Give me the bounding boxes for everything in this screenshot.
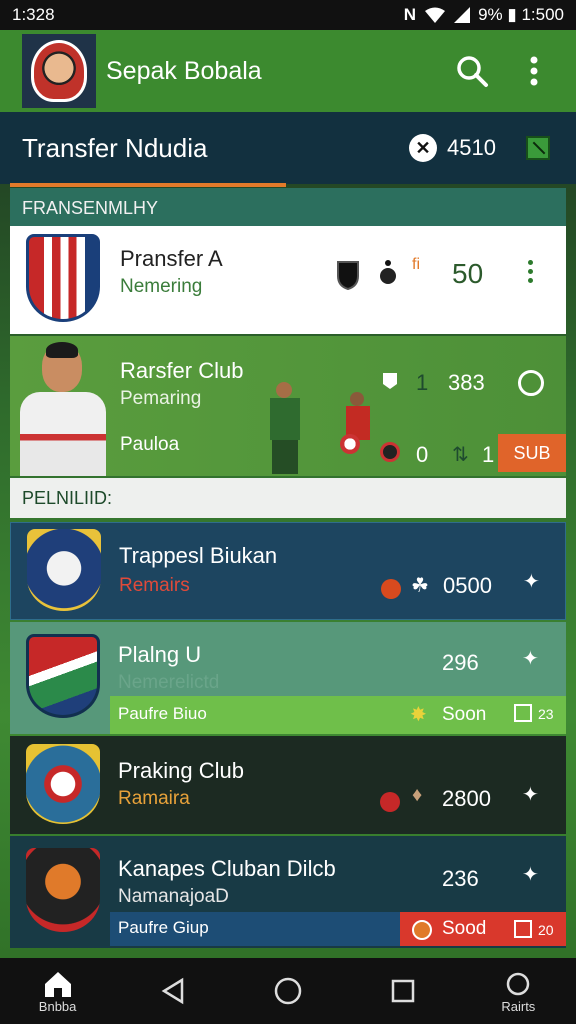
avatar: [31, 40, 87, 102]
calendar-icon: [514, 704, 532, 722]
club-crest: [27, 529, 101, 611]
tab-indicator: [10, 183, 286, 187]
list-item-subtitle: Remairs: [119, 575, 190, 596]
list-item[interactable]: Plalng U Nemerelictd 296 ✦ Paufre Biuo ✸…: [10, 622, 566, 734]
list-item-value: 2800: [442, 786, 491, 811]
page-title: Transfer Ndudia: [22, 132, 208, 163]
card-subtitle: Pemaring: [120, 388, 202, 409]
ball-icon: [380, 792, 400, 812]
club-crest: [26, 634, 100, 718]
list-item[interactable]: Kanapes Cluban Dilcb NamanajoaD 236 ✦ Pa…: [10, 836, 566, 948]
status-icons: N 9% ▮ 1:500: [404, 5, 564, 25]
card-mini-label: fi: [412, 256, 420, 273]
back-icon: [161, 977, 184, 1005]
card-value-small: 1: [416, 370, 429, 395]
home-icon: [44, 971, 71, 997]
nav-points-label: Rairts: [501, 998, 536, 1014]
club-crest: [26, 744, 100, 824]
club-crest: [26, 234, 100, 322]
match-illustration: [256, 378, 370, 474]
nav-recents[interactable]: [363, 976, 443, 1006]
flag-icon: [383, 373, 397, 389]
transfer-count[interactable]: ✕ 4510: [409, 134, 496, 162]
search-button[interactable]: [452, 51, 492, 91]
list-item-value: 0500: [443, 573, 492, 598]
ball-icon: [412, 920, 432, 940]
signal-icon: [454, 7, 471, 23]
app-logo[interactable]: [22, 34, 96, 108]
nav-home-label: Bnbba: [38, 998, 77, 1014]
star-icon: ✸: [410, 704, 427, 726]
section-label-transfers: FRANSENMLHY: [10, 188, 566, 228]
list-item-value: 296: [442, 650, 479, 675]
card-score-right: 1: [482, 442, 495, 467]
card-player-label: Pauloa: [120, 434, 180, 455]
card-menu-icon[interactable]: [528, 260, 533, 283]
nav-points[interactable]: Rairts: [478, 969, 558, 1014]
app-title: Sepak Bobala: [106, 56, 262, 85]
transfer-action-icon[interactable]: ✦: [522, 862, 539, 887]
player-mini-icon: [380, 260, 396, 284]
footer-status: Sood: [442, 918, 487, 939]
status-time: 1:328: [12, 5, 55, 24]
page-header: Transfer Ndudia ✕ 4510: [0, 112, 576, 184]
footer-count: 23: [538, 706, 554, 722]
ball-icon: [381, 579, 401, 599]
player-image: [12, 342, 116, 476]
swap-icon: ⇅: [452, 444, 469, 466]
square-icon: [391, 979, 415, 1003]
card-value: 383: [448, 370, 485, 395]
status-right-text: 9% ▮ 1:500: [478, 5, 564, 24]
gloves-icon: ☘: [411, 575, 429, 597]
footer-status: Soon: [442, 704, 487, 725]
transfer-card[interactable]: Pransfer A Nemering fi 50: [10, 226, 566, 334]
card-title: Rarsfer Club: [120, 358, 244, 383]
circle-icon: [274, 977, 302, 1005]
more-vert-icon: [530, 56, 538, 86]
transfer-card-featured[interactable]: Rarsfer Club Pemaring Pauloa 1 383 0 ⇅ 1…: [10, 336, 566, 476]
transfer-count-value: 4510: [447, 135, 496, 160]
list-item-title: Trappesl Biukan: [119, 543, 278, 568]
list-item-subtitle: NamanajoaD: [118, 886, 229, 907]
transfer-action-icon[interactable]: ✦: [522, 646, 539, 671]
sub-button[interactable]: SUB: [498, 434, 566, 472]
search-icon: [457, 56, 488, 87]
points-circle-icon: [507, 972, 530, 995]
footer-label: Paufre Giup: [118, 918, 209, 937]
bottle-icon: ♦: [412, 784, 423, 806]
card-score-left: 0: [416, 442, 429, 467]
list-item-title: Praking Club: [118, 758, 244, 783]
nav-home[interactable]: Bnbba: [18, 969, 98, 1014]
list-item-subtitle: Nemerelictd: [118, 672, 220, 693]
card-title: Pransfer A: [120, 246, 223, 271]
list-item-subtitle: Ramaira: [118, 788, 190, 809]
app-bar: Sepak Bobala: [0, 30, 576, 112]
overflow-menu-button[interactable]: [514, 51, 554, 91]
football-icon: ✕: [409, 134, 438, 162]
select-radio[interactable]: [518, 370, 544, 396]
list-item[interactable]: Praking Club Ramaira ♦ 2800 ✦: [10, 736, 566, 834]
pitch-icon[interactable]: [526, 136, 550, 160]
nav-home-circle[interactable]: [248, 976, 328, 1006]
card-subtitle: Nemering: [120, 276, 203, 297]
nav-back[interactable]: [133, 976, 213, 1006]
footer-label: Paufre Biuo: [118, 704, 207, 723]
transfer-action-icon[interactable]: ✦: [522, 782, 539, 807]
club-crest: [26, 848, 100, 932]
card-value: 50: [452, 258, 484, 289]
list-item-title: Kanapes Cluban Dilcb: [118, 856, 336, 881]
shield-icon: [337, 261, 359, 290]
nfc-icon: N: [403, 5, 417, 24]
transfer-action-icon[interactable]: ✦: [523, 569, 540, 594]
section-label-second: PELNILIID:: [10, 478, 566, 518]
status-bar: 1:328 N 9% ▮ 1:500: [0, 0, 576, 30]
bottom-nav: Bnbba Rairts: [0, 958, 576, 1024]
list-item-value: 236: [442, 866, 479, 891]
ball-icon: [380, 442, 400, 462]
list-item-title: Plalng U: [118, 642, 202, 667]
footer-count: 20: [538, 922, 554, 938]
wifi-icon: [425, 7, 446, 23]
list-item[interactable]: Trappesl Biukan Remairs ☘ 0500 ✦: [10, 522, 566, 620]
calendar-icon: [514, 920, 532, 938]
